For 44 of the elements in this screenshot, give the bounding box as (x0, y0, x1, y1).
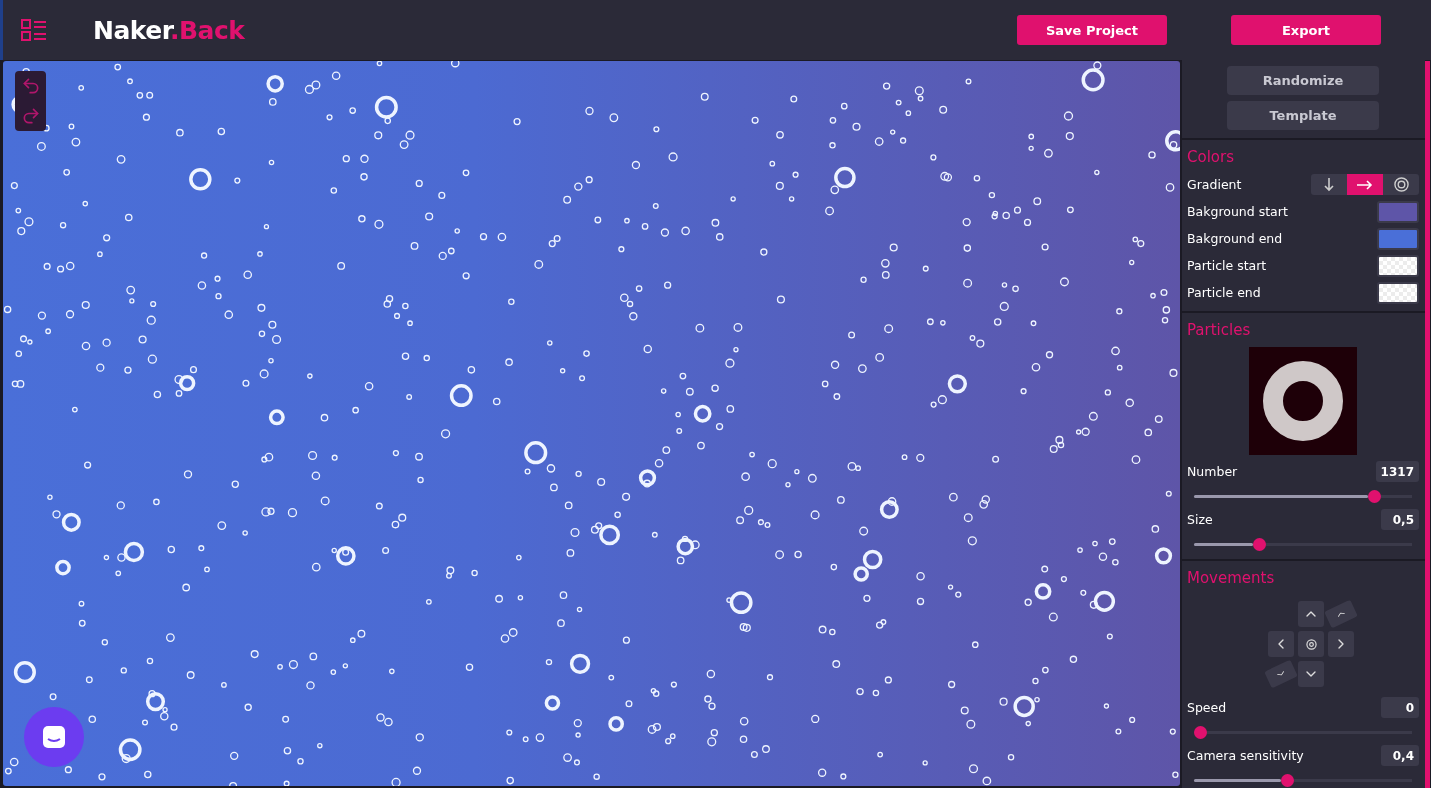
down-button[interactable] (1298, 661, 1324, 687)
gradient-label: Gradient (1187, 177, 1242, 192)
menu-list-icon[interactable] (21, 19, 47, 41)
section-title: Particles (1187, 321, 1252, 339)
save-project-button[interactable]: Save Project (1017, 15, 1167, 45)
color-label: Particle end (1187, 285, 1261, 300)
value-field[interactable]: 1317 (1375, 461, 1419, 482)
color-swatch[interactable] (1377, 200, 1419, 223)
section-title: Movements (1187, 569, 1276, 587)
export-button[interactable]: Export (1231, 15, 1381, 45)
left-button[interactable] (1268, 631, 1294, 657)
action-button[interactable]: Randomize (1227, 66, 1379, 95)
right-arrow-icon (1357, 179, 1373, 190)
slider-thumb[interactable] (1281, 774, 1295, 787)
slider-label: Camera sensitivity (1187, 748, 1304, 763)
gradient-option[interactable] (1347, 174, 1383, 195)
action-button[interactable]: Template (1227, 101, 1379, 130)
value-field[interactable]: 0 (1381, 697, 1419, 718)
right-button[interactable] (1328, 631, 1354, 657)
slider-label: Number (1187, 464, 1238, 479)
chat-icon (41, 724, 67, 750)
slider-label: Speed (1187, 700, 1227, 715)
color-swatch[interactable] (1377, 227, 1419, 250)
color-label: Bakground end (1187, 231, 1283, 246)
target-icon (1305, 638, 1317, 650)
color-swatch[interactable] (1377, 281, 1419, 304)
slider-thumb[interactable] (1194, 726, 1207, 739)
scrollbar[interactable] (1425, 61, 1430, 788)
value-field[interactable]: 0,5 (1381, 509, 1419, 530)
slider-thumb[interactable] (1368, 490, 1382, 503)
color-label: Particle start (1187, 258, 1267, 273)
color-swatch[interactable] (1377, 254, 1419, 277)
up-button[interactable] (1298, 601, 1324, 627)
slider-label: Size (1187, 512, 1213, 527)
undo-icon[interactable] (20, 76, 41, 96)
app-logo: Naker.Back (93, 15, 245, 45)
value-field[interactable]: 0,4 (1381, 745, 1419, 766)
section-title: Colors (1187, 148, 1235, 166)
color-label: Bakground start (1187, 204, 1288, 219)
down-arrow-icon (1324, 177, 1334, 192)
target-icon (1393, 177, 1409, 192)
particle-texture-preview[interactable] (1249, 347, 1357, 455)
center-button[interactable] (1298, 631, 1324, 657)
slider-thumb[interactable] (1252, 538, 1266, 551)
